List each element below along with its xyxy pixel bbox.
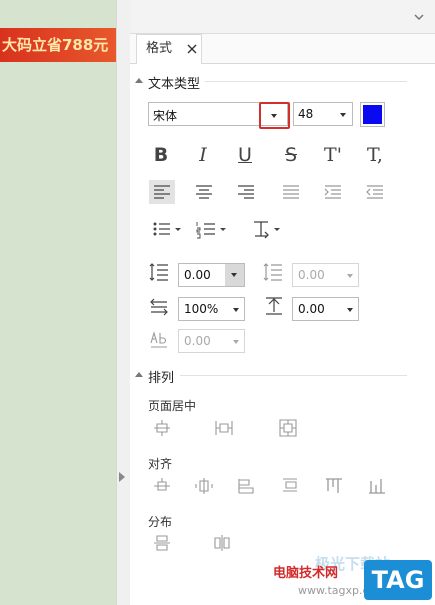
align-objects-left-button[interactable]: [152, 476, 172, 496]
underline-button[interactable]: U: [234, 144, 256, 166]
chevron-down-icon: [233, 308, 239, 312]
align-right-button[interactable]: [233, 180, 259, 204]
distribute-label: 分布: [148, 515, 173, 529]
strikethrough-button[interactable]: S: [280, 144, 302, 166]
promo-banner[interactable]: 大码立省788元: [0, 28, 116, 62]
align-objects-right-button[interactable]: [280, 476, 300, 496]
line-spacing-select[interactable]: 0.00: [178, 263, 245, 287]
paragraph-spacing-select[interactable]: 0.00: [292, 263, 359, 287]
numbered-list-icon: [196, 222, 226, 239]
bold-button[interactable]: B: [150, 144, 172, 166]
align-objects-center-button[interactable]: [194, 476, 214, 496]
align-objects-top-button[interactable]: [236, 476, 256, 496]
collapse-triangle-icon[interactable]: [135, 372, 143, 377]
font-family-value: 宋体: [153, 109, 178, 123]
font-size-select[interactable]: 48: [293, 102, 353, 126]
paragraph-spacing-icon: [262, 261, 284, 283]
align-objects-center-icon: [195, 478, 213, 494]
panel-splitter[interactable]: [116, 0, 130, 605]
center-both-icon: [279, 419, 297, 437]
font-size-value: 48: [298, 107, 314, 121]
align-label: 对齐: [148, 457, 173, 471]
indent-decrease-icon: [366, 185, 383, 199]
text-direction-icon: [254, 221, 280, 239]
font-color-button[interactable]: [360, 102, 385, 127]
char-scale-value: 100%: [184, 302, 219, 316]
auto-spacing-icon: [148, 329, 170, 351]
chevron-down-icon: [231, 273, 237, 277]
chevron-down-icon: [347, 274, 353, 278]
align-objects-right-icon: [283, 478, 297, 492]
line-spacing-dropdown-button[interactable]: [225, 264, 244, 286]
align-objects-top-icon: [238, 479, 254, 494]
center-vertical-icon: [215, 421, 233, 435]
expand-arrow-icon[interactable]: [119, 472, 125, 482]
paragraph-spacing-value: 0.00: [298, 268, 325, 282]
italic-button[interactable]: I: [192, 144, 214, 166]
align-objects-middle-icon: [326, 478, 342, 493]
char-scale-select[interactable]: 100%: [178, 297, 245, 321]
align-objects-middle-button[interactable]: [324, 476, 344, 496]
bullet-list-button[interactable]: [149, 217, 183, 241]
section-title-text-type: 文本类型: [148, 77, 201, 92]
line-spacing-value: 0.00: [184, 268, 211, 282]
align-objects-bottom-icon: [369, 479, 385, 494]
center-horizontal-icon: [154, 420, 170, 436]
numbered-list-button[interactable]: [194, 217, 228, 241]
document-canvas: [0, 0, 116, 605]
align-left-button[interactable]: [149, 180, 175, 204]
close-icon[interactable]: [186, 43, 198, 55]
indent-increase-button[interactable]: [320, 180, 346, 204]
align-objects-bottom-button[interactable]: [367, 476, 387, 496]
chevron-down-icon: [271, 114, 277, 118]
char-scale-icon: [148, 296, 170, 318]
section-title-arrange: 排列: [148, 371, 175, 386]
tag-logo: TAG: [364, 560, 432, 600]
subscript-button[interactable]: T,: [364, 144, 386, 166]
chevron-down-icon: [233, 340, 239, 344]
center-both-button[interactable]: [278, 418, 298, 438]
bullet-list-icon: [153, 222, 181, 236]
align-center-icon: [196, 185, 212, 199]
justify-button[interactable]: [278, 180, 304, 204]
distribute-vertical-button[interactable]: [152, 533, 172, 553]
center-vertical-button[interactable]: [214, 418, 234, 438]
tab-format-label: 格式: [146, 41, 173, 56]
indent-increase-icon: [324, 185, 341, 199]
justify-icon: [283, 185, 299, 199]
collapse-triangle-icon[interactable]: [135, 78, 143, 83]
chevron-down-icon[interactable]: [412, 10, 426, 24]
align-right-icon: [238, 185, 254, 199]
panel-topbar: [130, 0, 435, 34]
text-direction-button[interactable]: [250, 217, 284, 241]
line-spacing-icon: [148, 261, 170, 283]
align-center-button[interactable]: [191, 180, 217, 204]
align-objects-left-icon: [154, 478, 170, 491]
superscript-button[interactable]: T': [322, 144, 344, 166]
watermark-text: 电脑技术网: [273, 566, 339, 581]
font-color-swatch: [363, 105, 382, 124]
chevron-down-icon: [340, 113, 346, 117]
section-divider: [180, 375, 407, 376]
char-spacing-icon: [263, 295, 285, 317]
distribute-horizontal-icon: [214, 535, 230, 551]
auto-spacing-value: 0.00: [184, 334, 211, 348]
char-spacing-value: 0.00: [298, 302, 325, 316]
chevron-down-icon: [347, 308, 353, 312]
auto-spacing-select[interactable]: 0.00: [178, 329, 245, 353]
section-divider: [205, 81, 407, 82]
align-left-icon: [154, 185, 170, 199]
page-center-label: 页面居中: [148, 399, 197, 413]
distribute-vertical-icon: [154, 535, 170, 551]
char-spacing-select[interactable]: 0.00: [292, 297, 359, 321]
center-horizontal-button[interactable]: [152, 418, 172, 438]
indent-decrease-button[interactable]: [362, 180, 388, 204]
distribute-horizontal-button[interactable]: [212, 533, 232, 553]
